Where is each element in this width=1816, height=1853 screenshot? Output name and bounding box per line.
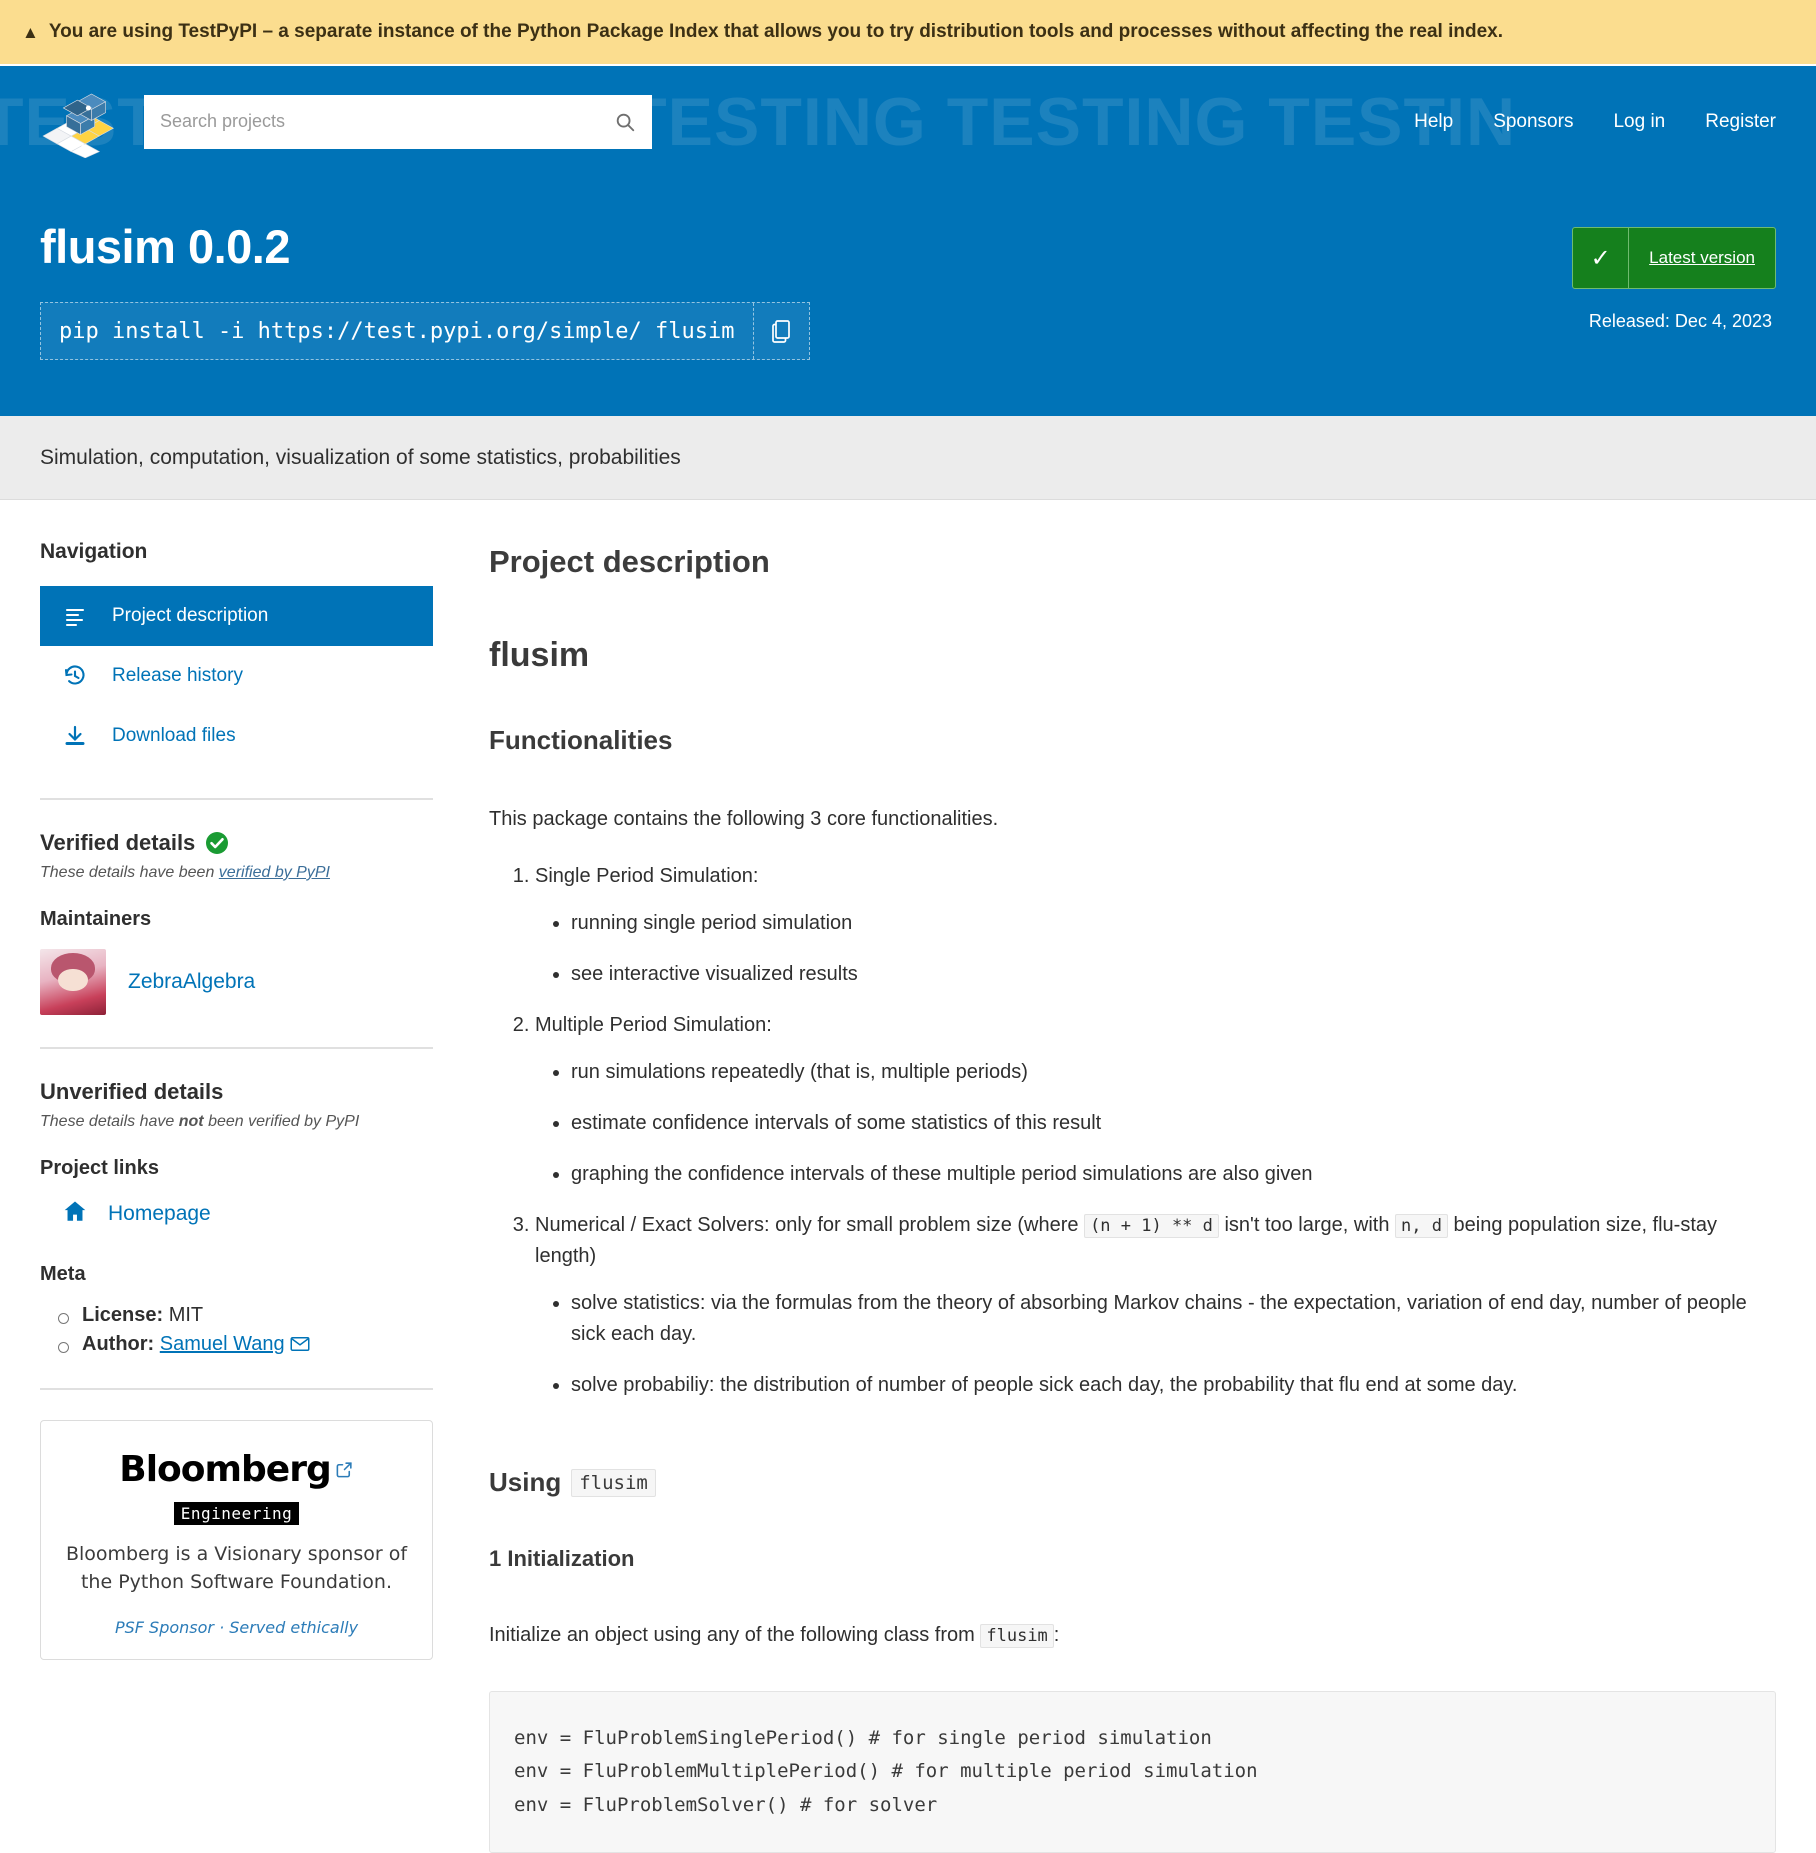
page-body: Navigation Project description Release h… xyxy=(0,500,1816,1853)
list-item: running single period simulation xyxy=(571,908,1776,939)
page-title: flusim 0.0.2 xyxy=(40,220,290,273)
verified-details-note: These details have been verified by PyPI xyxy=(40,864,330,881)
list-item: estimate confidence intervals of some st… xyxy=(571,1108,1776,1139)
site-header: TESTING TESTING TESTING TESTING TESTIN S… xyxy=(0,66,1816,177)
meta-item-license: License: MIT xyxy=(58,1304,433,1327)
homepage-link[interactable]: Homepage xyxy=(108,1202,211,1226)
list-item: graphing the confidence intervals of the… xyxy=(571,1159,1776,1190)
sidebar-item-download-files[interactable]: Download files xyxy=(40,706,433,766)
verified-by-pypi-link[interactable]: verified by PyPI xyxy=(219,864,330,881)
sidebar: Navigation Project description Release h… xyxy=(40,540,433,1661)
author-link[interactable]: Samuel Wang xyxy=(160,1333,285,1355)
functionalities-intro: This package contains the following 3 co… xyxy=(489,808,999,830)
package-header-right: ✓ Latest version Released: Dec 4, 2023 xyxy=(1572,219,1776,332)
warning-triangle-icon: ▲ xyxy=(22,22,39,42)
project-description-title: Project description xyxy=(489,544,770,579)
functionalities-heading: Functionalities xyxy=(489,725,673,755)
search-icon xyxy=(616,113,635,131)
testpypi-warning-banner: ▲ You are using TestPyPI – a separate in… xyxy=(0,0,1816,66)
sponsor-footer: PSF Sponsor · Served ethically xyxy=(114,1618,359,1638)
initialization-heading: 1 Initialization xyxy=(489,1546,635,1571)
maintainer-row[interactable]: ZebraAlgebra xyxy=(40,949,433,1015)
sponsor-tag: Engineering xyxy=(173,1502,300,1525)
divider xyxy=(40,798,433,800)
sponsor-description: Bloomberg is a Visionary sponsor of the … xyxy=(65,1543,408,1593)
sub-list: running single period simulation see int… xyxy=(535,908,1776,990)
list-lines-icon xyxy=(62,603,88,629)
maintainer-name-link[interactable]: ZebraAlgebra xyxy=(128,970,255,994)
sidebar-item-label: Project description xyxy=(112,605,269,626)
package-header: flusim 0.0.2 pip install -i https://test… xyxy=(0,177,1816,416)
sidebar-nav-list: Project description Release history Down… xyxy=(40,586,433,766)
sub-list: solve statistics: via the formulas from … xyxy=(535,1288,1776,1401)
sidebar-item-release-history[interactable]: Release history xyxy=(40,646,433,706)
sponsor-card[interactable]: Bloomberg Engineering Bloomberg is a Vis… xyxy=(40,1420,433,1661)
pypi-logo-icon xyxy=(42,93,114,158)
check-icon: ✓ xyxy=(1573,228,1630,288)
nav-link-register[interactable]: Register xyxy=(1705,111,1776,133)
project-description-body: flusim Functionalities This package cont… xyxy=(489,636,1776,1853)
list-item: run simulations repeatedly (that is, mul… xyxy=(571,1057,1776,1088)
verified-details-heading: Verified details xyxy=(40,830,433,856)
inline-code: flusim xyxy=(571,1468,656,1497)
nav-link-sponsors[interactable]: Sponsors xyxy=(1493,111,1573,133)
external-link-icon xyxy=(335,1447,354,1488)
release-date: Released: Dec 4, 2023 xyxy=(1588,311,1772,331)
avatar xyxy=(40,949,106,1015)
project-links-heading: Project links xyxy=(40,1157,159,1179)
initialization-text: Initialize an object using any of the fo… xyxy=(489,1624,1060,1648)
nav-link-login[interactable]: Log in xyxy=(1613,111,1665,133)
pip-install-command[interactable]: pip install -i https://test.pypi.org/sim… xyxy=(40,302,810,360)
sidebar-item-label: Release history xyxy=(112,665,243,686)
history-clock-icon xyxy=(62,663,88,689)
using-heading: Using flusim xyxy=(489,1467,1776,1498)
list-item: Single Period Simulation: running single… xyxy=(535,861,1776,990)
copy-button[interactable] xyxy=(752,303,809,359)
envelope-icon[interactable] xyxy=(290,1333,310,1355)
list-item: Multiple Period Simulation: run simulati… xyxy=(535,1010,1776,1190)
green-check-circle-icon xyxy=(206,832,229,854)
functionalities-list: Single Period Simulation: running single… xyxy=(489,861,1776,1401)
copy-icon xyxy=(772,320,790,343)
pip-install-text: pip install -i https://test.pypi.org/sim… xyxy=(59,318,735,344)
doc-title: flusim xyxy=(489,636,590,674)
package-summary: Simulation, computation, visualization o… xyxy=(0,416,1816,500)
divider xyxy=(40,1388,433,1390)
search-input[interactable] xyxy=(144,94,652,149)
status-badge[interactable]: ✓ Latest version xyxy=(1572,227,1776,289)
header-nav: Help Sponsors Log in Register xyxy=(1414,111,1776,133)
sub-list: run simulations repeatedly (that is, mul… xyxy=(535,1057,1776,1190)
meta-item-author: Author: Samuel Wang xyxy=(58,1333,433,1356)
navigation-heading: Navigation xyxy=(40,540,148,563)
search-submit-button[interactable] xyxy=(608,105,642,139)
nav-link-help[interactable]: Help xyxy=(1414,111,1453,133)
list-item: solve probabiliy: the distribution of nu… xyxy=(571,1370,1776,1401)
unverified-details-note: These details have not been verified by … xyxy=(40,1113,360,1130)
divider xyxy=(40,1047,433,1049)
sponsor-logo: Bloomberg xyxy=(119,1447,353,1490)
latest-version-link[interactable]: Latest version xyxy=(1629,228,1775,288)
list-item: see interactive visualized results xyxy=(571,959,1776,990)
meta-heading: Meta xyxy=(40,1263,86,1285)
unverified-details-heading: Unverified details xyxy=(40,1079,224,1104)
meta-list: License: MIT Author: Samuel Wang xyxy=(40,1304,433,1356)
pypi-logo[interactable] xyxy=(40,86,118,158)
download-icon xyxy=(62,723,88,749)
maintainers-heading: Maintainers xyxy=(40,908,152,930)
inline-code: (n + 1) ** d xyxy=(1084,1214,1219,1238)
sidebar-item-label: Download files xyxy=(112,725,236,746)
sidebar-item-project-description[interactable]: Project description xyxy=(40,586,433,646)
testpypi-warning-text: You are using TestPyPI – a separate inst… xyxy=(48,21,1503,42)
main-content: Project description flusim Functionaliti… xyxy=(489,540,1776,1853)
inline-code: flusim xyxy=(980,1624,1054,1648)
inline-code: n, d xyxy=(1395,1214,1448,1238)
search-box[interactable] xyxy=(144,94,652,149)
initialization-code-block: env = FluProblemSinglePeriod() # for sin… xyxy=(489,1691,1776,1853)
list-item: solve statistics: via the formulas from … xyxy=(571,1288,1776,1350)
project-link-homepage[interactable]: Homepage xyxy=(40,1198,433,1229)
home-icon xyxy=(62,1198,88,1229)
list-item: Numerical / Exact Solvers: only for smal… xyxy=(535,1210,1776,1401)
